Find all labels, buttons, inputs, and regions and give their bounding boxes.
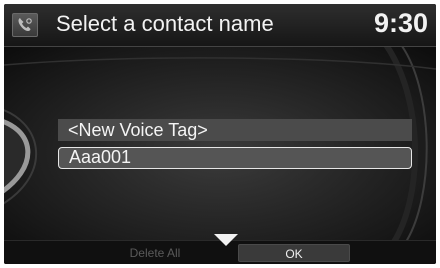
decorative-curves (4, 47, 436, 240)
clock: 9:30 (373, 8, 428, 38)
header-bar: Select a contact name 9:30 (4, 4, 436, 47)
list-item-aaa001[interactable]: Aaa001 (58, 147, 412, 169)
page-title: Select a contact name (56, 11, 274, 36)
list-item-new-voice-tag[interactable]: <New Voice Tag> (58, 119, 412, 141)
ok-button[interactable]: OK (238, 244, 350, 262)
scroll-down-arrow-icon[interactable] (213, 233, 239, 247)
navigation-screen: Select a contact name 9:30 <New Voice Ta… (4, 4, 436, 264)
phone-settings-icon (12, 13, 38, 37)
delete-all-button[interactable]: Delete All (100, 244, 210, 262)
contact-list-area: <New Voice Tag> Aaa001 (4, 47, 436, 240)
